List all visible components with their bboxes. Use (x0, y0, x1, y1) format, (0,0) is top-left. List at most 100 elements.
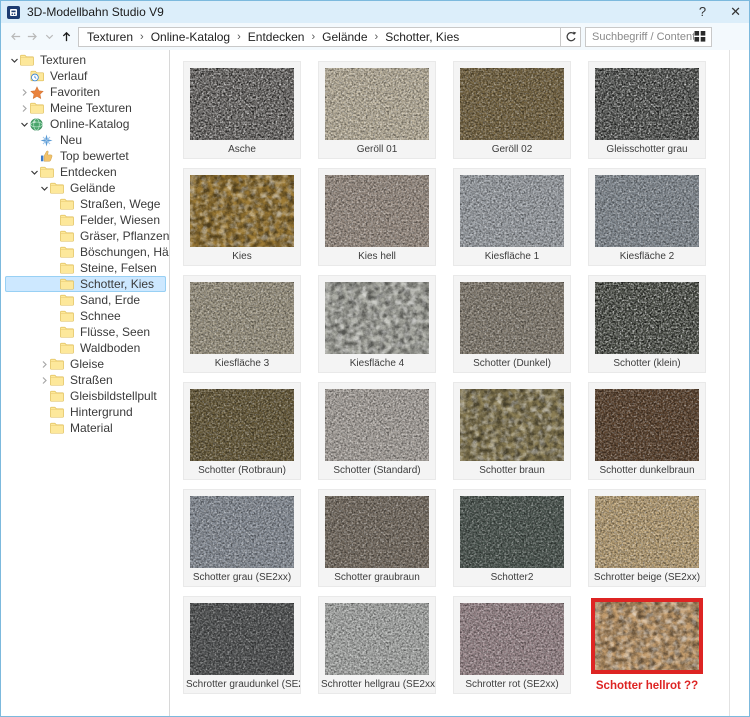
texture-label: Geröll 02 (454, 140, 570, 159)
tree-item-graser-pflanzen[interactable]: Gräser, Pflanzen (5, 228, 166, 244)
tree-item-entdecken[interactable]: Entdecken (5, 164, 166, 180)
texture-tile-schotter-rotbraun[interactable]: Schotter (Rotbraun) (183, 382, 301, 480)
texture-tile-gleisschotter-grau[interactable]: Gleisschotter grau (588, 61, 706, 159)
breadcrumb-item-schotter-kies[interactable]: Schotter, Kies (385, 30, 459, 44)
expander-icon[interactable] (38, 356, 50, 372)
texture-tile-schotter-braun[interactable]: Schotter braun (453, 382, 571, 480)
folder-icon (60, 262, 74, 274)
tree-item-neu[interactable]: Neu (5, 132, 166, 148)
forward-button[interactable] (24, 28, 41, 46)
texture-tile-schotter2[interactable]: Schotter2 (453, 489, 571, 587)
tree-item-label: Favoriten (50, 85, 100, 99)
breadcrumb-item-texturen[interactable]: Texturen (87, 30, 133, 44)
texture-tile-schotter-graubraun[interactable]: Schotter graubraun (318, 489, 436, 587)
expander-icon (18, 68, 30, 84)
texture-tile-schrotter-hellgrau-se2xx[interactable]: Schrotter hellgrau (SE2xx) (318, 596, 436, 694)
breadcrumb-item-gelande[interactable]: Gelände (322, 30, 367, 44)
texture-tile-schrotter-rot-se2xx[interactable]: Schrotter rot (SE2xx) (453, 596, 571, 694)
texture-thumbnail (325, 389, 429, 461)
tree-item-gleisbildstellpult[interactable]: Gleisbildstellpult (5, 388, 166, 404)
tree-item-schnee[interactable]: Schnee (5, 308, 166, 324)
texture-tile-schotter-dunkelbraun[interactable]: Schotter dunkelbraun (588, 382, 706, 480)
tree-item-meine-texturen[interactable]: Meine Texturen (5, 100, 166, 116)
folder-icon (60, 342, 74, 354)
tree-item-label: Entdecken (60, 165, 117, 179)
tree-item-strassen[interactable]: Straßen (5, 372, 166, 388)
tree-item-boschungen-hange[interactable]: Böschungen, Hänge (5, 244, 166, 260)
tree-item-gleise[interactable]: Gleise (5, 356, 166, 372)
tree-item-label: Texturen (40, 53, 86, 67)
tree-item-online-katalog[interactable]: Online-Katalog (5, 116, 166, 132)
expander-icon[interactable] (38, 180, 50, 196)
chevron-down-icon (30, 168, 39, 177)
expander-icon[interactable] (8, 52, 20, 68)
texture-tile-asche[interactable]: Asche (183, 61, 301, 159)
tree-item-flusse-seen[interactable]: Flüsse, Seen (5, 324, 166, 340)
texture-thumbnail (460, 496, 564, 568)
texture-tile-kiesflache-2[interactable]: Kiesfläche 2 (588, 168, 706, 266)
texture-tile-kiesflache-1[interactable]: Kiesfläche 1 (453, 168, 571, 266)
tree-item-steine-felsen[interactable]: Steine, Felsen (5, 260, 166, 276)
history-dropdown-button[interactable] (41, 28, 58, 46)
breadcrumb-separator: › (375, 31, 379, 43)
texture-label: Schotter hellrot ?? (589, 676, 705, 695)
tree-item-texturen[interactable]: Texturen (5, 52, 166, 68)
expander-icon[interactable] (18, 116, 30, 132)
texture-tile-schrotter-graudunkel-se2xx[interactable]: Schrotter graudunkel (SE2xx) (183, 596, 301, 694)
refresh-button[interactable] (560, 28, 580, 46)
search-input[interactable] (592, 31, 694, 43)
texture-tile-schrotter-beige-se2xx[interactable]: Schrotter beige (SE2xx) (588, 489, 706, 587)
tree-item-top-bewertet[interactable]: Top bewertet (5, 148, 166, 164)
back-button[interactable] (7, 28, 24, 46)
texture-tile-kiesflache-3[interactable]: Kiesfläche 3 (183, 275, 301, 373)
tree-item-verlauf[interactable]: Verlauf (5, 68, 166, 84)
expander-icon[interactable] (38, 372, 50, 388)
texture-tile-kies[interactable]: Kies (183, 168, 301, 266)
texture-tile-geroll-01[interactable]: Geröll 01 (318, 61, 436, 159)
expander-icon[interactable] (28, 164, 40, 180)
tree-item-label: Schotter, Kies (80, 277, 154, 291)
texture-label: Kiesfläche 2 (589, 247, 705, 266)
tree-item-label: Verlauf (50, 69, 87, 83)
texture-tile-geroll-02[interactable]: Geröll 02 (453, 61, 571, 159)
texture-label: Geröll 01 (319, 140, 435, 159)
texture-tile-schotter-grau-se2xx[interactable]: Schotter grau (SE2xx) (183, 489, 301, 587)
texture-label: Asche (184, 140, 300, 159)
tree-item-label: Gleise (70, 357, 104, 371)
texture-tile-kiesflache-4[interactable]: Kiesfläche 4 (318, 275, 436, 373)
tree-item-felder-wiesen[interactable]: Felder, Wiesen (5, 212, 166, 228)
tree-item-favoriten[interactable]: Favoriten (5, 84, 166, 100)
tree-item-schotter-kies[interactable]: Schotter, Kies (5, 276, 166, 292)
chevron-right-icon (40, 376, 49, 385)
texture-tile-schotter-dunkel[interactable]: Schotter (Dunkel) (453, 275, 571, 373)
tree-item-hintergrund[interactable]: Hintergrund (5, 404, 166, 420)
texture-label: Schotter graubraun (319, 568, 435, 587)
view-toggle-button[interactable] (694, 30, 707, 43)
tree-item-label: Online-Katalog (50, 117, 129, 131)
texture-label: Schotter braun (454, 461, 570, 480)
expander-icon (28, 148, 40, 164)
texture-thumbnail (595, 68, 699, 140)
close-button[interactable]: ✕ (730, 1, 741, 23)
help-button[interactable]: ? (699, 1, 706, 23)
tree-item-gelande[interactable]: Gelände (5, 180, 166, 196)
tree-item-sand-erde[interactable]: Sand, Erde (5, 292, 166, 308)
tree-item-label: Flüsse, Seen (80, 325, 150, 339)
expander-icon[interactable] (18, 100, 30, 116)
tree-item-material[interactable]: Material (5, 420, 166, 436)
up-button[interactable] (58, 28, 75, 46)
breadcrumb-item-online-katalog[interactable]: Online-Katalog (151, 30, 230, 44)
texture-tile-schotter-standard[interactable]: Schotter (Standard) (318, 382, 436, 480)
expander-icon[interactable] (18, 84, 30, 100)
texture-tile-schotter-hellrot[interactable]: Schotter hellrot ?? (588, 596, 706, 694)
folder-icon (60, 278, 74, 290)
breadcrumb-item-entdecken[interactable]: Entdecken (248, 30, 305, 44)
texture-thumbnail (460, 389, 564, 461)
chevron-down-icon (10, 56, 19, 65)
tree-item-label: Hintergrund (70, 405, 133, 419)
folder-icon (30, 102, 44, 114)
texture-tile-schotter-klein[interactable]: Schotter (klein) (588, 275, 706, 373)
tree-item-waldboden[interactable]: Waldboden (5, 340, 166, 356)
texture-tile-kies-hell[interactable]: Kies hell (318, 168, 436, 266)
tree-item-strassen-wege[interactable]: Straßen, Wege (5, 196, 166, 212)
